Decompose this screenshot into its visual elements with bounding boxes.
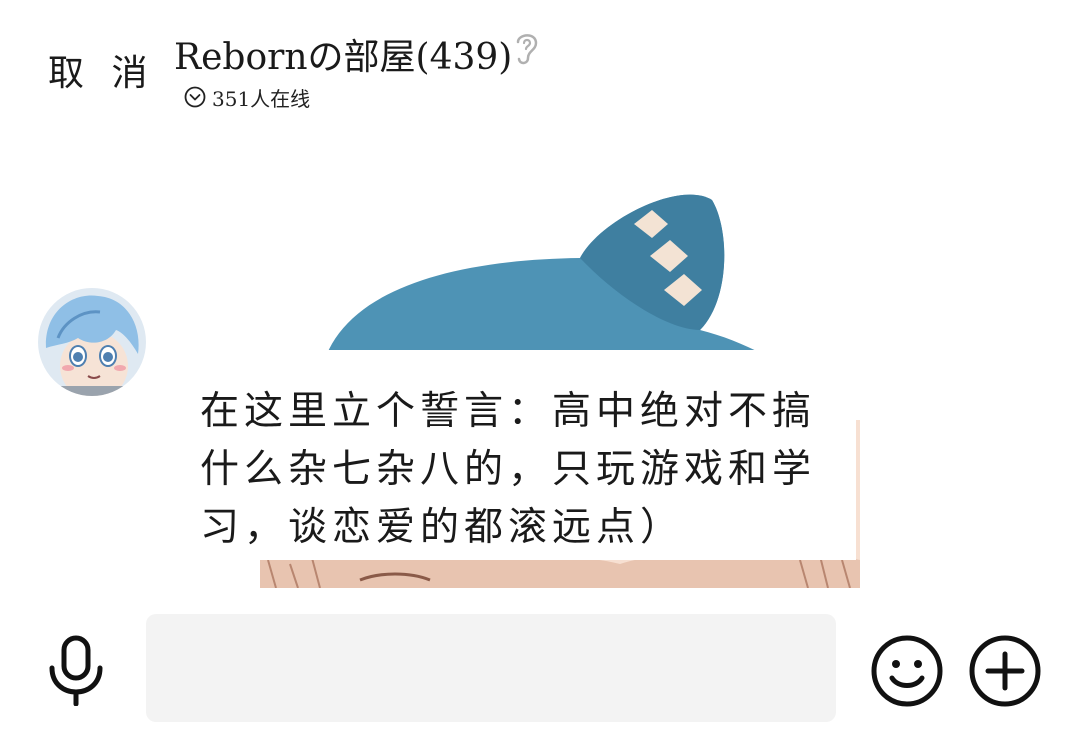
caption-line-1: 在这里立个誓言：高中绝对不搞 [200, 389, 817, 434]
message-input[interactable] [146, 614, 836, 722]
plus-circle-icon[interactable] [968, 634, 1042, 708]
chevron-down-circle-icon [184, 86, 206, 108]
online-count: 351人在线 [212, 86, 311, 111]
smiley-icon[interactable] [870, 634, 944, 708]
avatar-image [38, 288, 146, 396]
online-indicator[interactable]: 351人在线 [184, 84, 311, 111]
room-title: Rebornの部屋(439) [174, 37, 513, 78]
ear-icon[interactable] [508, 28, 544, 68]
sender-avatar[interactable] [38, 288, 146, 396]
cancel-button[interactable]: 取 消 [48, 44, 155, 96]
microphone-icon[interactable] [46, 634, 106, 706]
message-caption: 在这里立个誓言：高中绝对不搞 什么杂七杂八的，只玩游戏和学 习，谈恋爱的都滚远点… [196, 350, 856, 560]
caption-line-2: 什么杂七杂八的，只玩游戏和学 [200, 447, 817, 492]
caption-line-3: 习，谈恋爱的都滚远点） [200, 505, 685, 550]
